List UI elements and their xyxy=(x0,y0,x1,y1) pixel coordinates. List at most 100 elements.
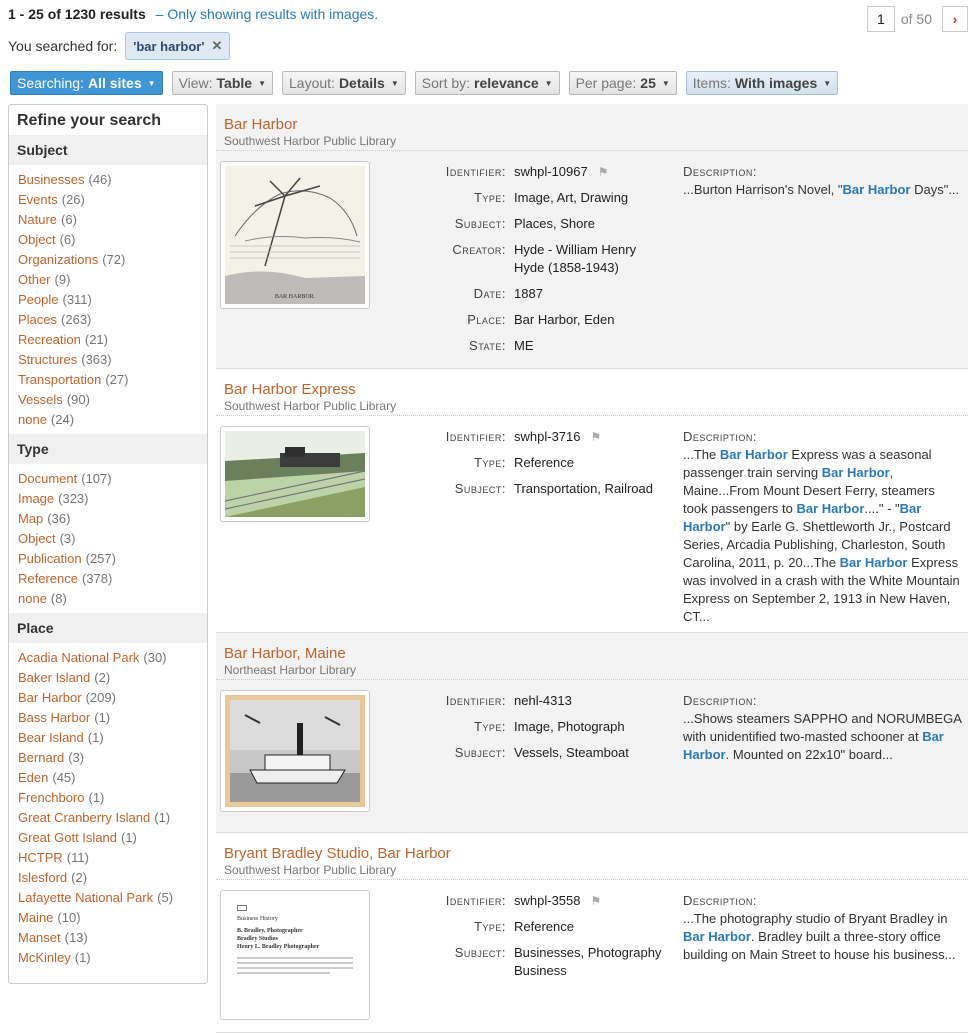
place-label: Place: xyxy=(467,312,506,327)
facet-link[interactable]: Baker Island xyxy=(18,670,90,685)
page-number-input[interactable]: 1 xyxy=(866,6,895,32)
layout-dropdown[interactable]: Layout: Details ▼ xyxy=(282,71,406,95)
facet-link[interactable]: Lafayette National Park xyxy=(18,890,153,905)
facet-item: Bernard (3) xyxy=(18,748,207,768)
description-segment: ...The xyxy=(683,447,720,462)
images-only-link[interactable]: – Only showing results with images. xyxy=(156,6,379,22)
type-label: Type: xyxy=(473,919,506,934)
facet-link[interactable]: none xyxy=(18,591,47,606)
facet-link[interactable]: Great Cranberry Island xyxy=(18,810,150,825)
next-page-button[interactable]: › xyxy=(942,6,968,32)
sidebar-facet-list: Businesses (46) Events (26) Nature (6) Object(… xyxy=(9,165,207,434)
facet-link[interactable]: Organizations xyxy=(18,252,98,267)
result-thumbnail[interactable] xyxy=(220,690,370,812)
facet-item: Transportation (27) xyxy=(18,370,207,390)
result-thumbnail[interactable] xyxy=(220,426,370,522)
facet-link[interactable]: Image xyxy=(18,491,54,506)
facet-link[interactable]: Reference xyxy=(18,571,78,586)
facet-count: (2) xyxy=(94,670,111,685)
result-title-link[interactable]: Bar Harbor xyxy=(224,116,297,133)
facet-link[interactable]: Bear Island xyxy=(18,730,84,745)
facet-count: (107) xyxy=(81,471,112,486)
filter-toolbar: Searching: All sites ▼ View: Table ▼ Lay… xyxy=(10,71,839,95)
items-value: With images xyxy=(734,75,818,91)
result-title-link[interactable]: Bar Harbor, Maine xyxy=(224,645,346,662)
description-label: Description: xyxy=(683,693,758,708)
facet-count: (45) xyxy=(52,770,76,785)
facet-link[interactable]: Recreation xyxy=(18,332,81,347)
facet-link[interactable]: Maine xyxy=(18,910,53,925)
layout-label: Layout: xyxy=(289,75,335,91)
facet-link[interactable]: Great Gott Island xyxy=(18,830,117,845)
facet-link[interactable]: Businesses xyxy=(18,172,84,187)
facet-link[interactable]: Eden xyxy=(18,770,48,785)
facet-count: (90) xyxy=(66,392,90,407)
identifier-label: Identifier: xyxy=(445,893,506,908)
type-label: Type: xyxy=(473,719,506,734)
facet-link[interactable]: Other xyxy=(18,272,51,287)
facet-link[interactable]: Bernard xyxy=(18,750,64,765)
facet-count: (1) xyxy=(154,810,171,825)
facet-link[interactable]: People xyxy=(18,292,58,307)
facet-link[interactable]: Object xyxy=(18,232,56,247)
facet-link[interactable]: Manset xyxy=(18,930,61,945)
flag-icon[interactable]: ⚑ xyxy=(591,428,602,446)
facet-link[interactable]: Vessels xyxy=(18,392,63,407)
facet-item: none (24) xyxy=(18,410,207,430)
state-value: ME xyxy=(514,338,534,353)
facet-item: none (8) xyxy=(18,589,207,609)
facet-link[interactable]: Structures xyxy=(18,352,77,367)
sort-value: relevance xyxy=(474,75,539,91)
highlighted-term[interactable]: Bar Harbor xyxy=(840,555,908,570)
facet-link[interactable]: Events xyxy=(18,192,58,207)
facet-link[interactable]: Bar Harbor xyxy=(18,690,82,705)
facet-link[interactable]: Nature xyxy=(18,212,57,227)
searching-dropdown[interactable]: Searching: All sites ▼ xyxy=(10,71,163,95)
result-description: Description: ...The Bar Harbor Express w… xyxy=(683,428,963,626)
facet-link[interactable]: Document xyxy=(18,471,77,486)
facet-link[interactable]: Publication xyxy=(18,551,82,566)
facet-link[interactable]: Map xyxy=(18,511,43,526)
result-title-link[interactable]: Bar Harbor Express xyxy=(224,381,356,398)
facet-count: (27) xyxy=(105,372,129,387)
facet-link[interactable]: Object xyxy=(18,531,56,546)
view-dropdown[interactable]: View: Table ▼ xyxy=(171,71,273,95)
facet-count: (30) xyxy=(143,650,167,665)
result-thumbnail[interactable]: Business History B. Bradley, Photographe… xyxy=(220,890,370,1020)
highlighted-term[interactable]: Bar Harbor xyxy=(796,501,864,516)
remove-search-term-icon[interactable]: ✕ xyxy=(211,38,222,54)
facet-link[interactable]: Frenchboro xyxy=(18,790,84,805)
flag-icon[interactable]: ⚑ xyxy=(598,163,609,181)
per-page-dropdown[interactable]: Per page: 25 ▼ xyxy=(568,71,677,95)
highlighted-term[interactable]: Bar Harbor xyxy=(720,447,788,462)
result-title-link[interactable]: Bryant Bradley Studio, Bar Harbor xyxy=(224,845,451,862)
sort-dropdown[interactable]: Sort by: relevance ▼ xyxy=(414,71,560,95)
per-page-label: Per page: xyxy=(575,75,637,91)
sidebar-facet-list: Acadia National Park (30) Baker Island (2) B… xyxy=(9,643,207,972)
document-thumbnail-image: Business History B. Bradley, Photographe… xyxy=(225,895,365,1015)
facet-link[interactable]: none xyxy=(18,412,47,427)
facet-link[interactable]: Transportation xyxy=(18,372,101,387)
identifier-label: Identifier: xyxy=(445,693,506,708)
subject-value: Places, Shore xyxy=(514,216,595,231)
highlighted-term[interactable]: Bar Harbor xyxy=(822,465,890,480)
facet-link[interactable]: Acadia National Park xyxy=(18,650,139,665)
facet-item: Lafayette National Park (5) xyxy=(18,888,207,908)
highlighted-term[interactable]: Bar Harbor xyxy=(843,182,911,197)
result-metadata: Identifier: swhpl-3558 ⚑ Type: Reference Su… xyxy=(434,892,670,988)
facet-link[interactable]: Bass Harbor xyxy=(18,710,90,725)
facet-link[interactable]: HCTPR xyxy=(18,850,63,865)
items-dropdown[interactable]: Items: With images ▼ xyxy=(685,71,839,95)
creator-label: Creator: xyxy=(452,242,506,257)
highlighted-term[interactable]: Bar Harbor xyxy=(683,929,751,944)
facet-link[interactable]: Places xyxy=(18,312,57,327)
subject-value: Vessels, Steamboat xyxy=(514,745,629,760)
sidebar-section-heading: Place xyxy=(9,613,207,643)
facet-link[interactable]: Islesford xyxy=(18,870,67,885)
flag-icon[interactable]: ⚑ xyxy=(591,892,602,910)
facet-link[interactable]: McKinley xyxy=(18,950,71,965)
facet-count: (1) xyxy=(87,730,104,745)
results-summary: 1 - 25 of 1230 results – Only showing re… xyxy=(8,6,378,22)
result-thumbnail[interactable]: BAR HARBOR. xyxy=(220,161,370,309)
facet-item: Acadia National Park (30) xyxy=(18,648,207,668)
